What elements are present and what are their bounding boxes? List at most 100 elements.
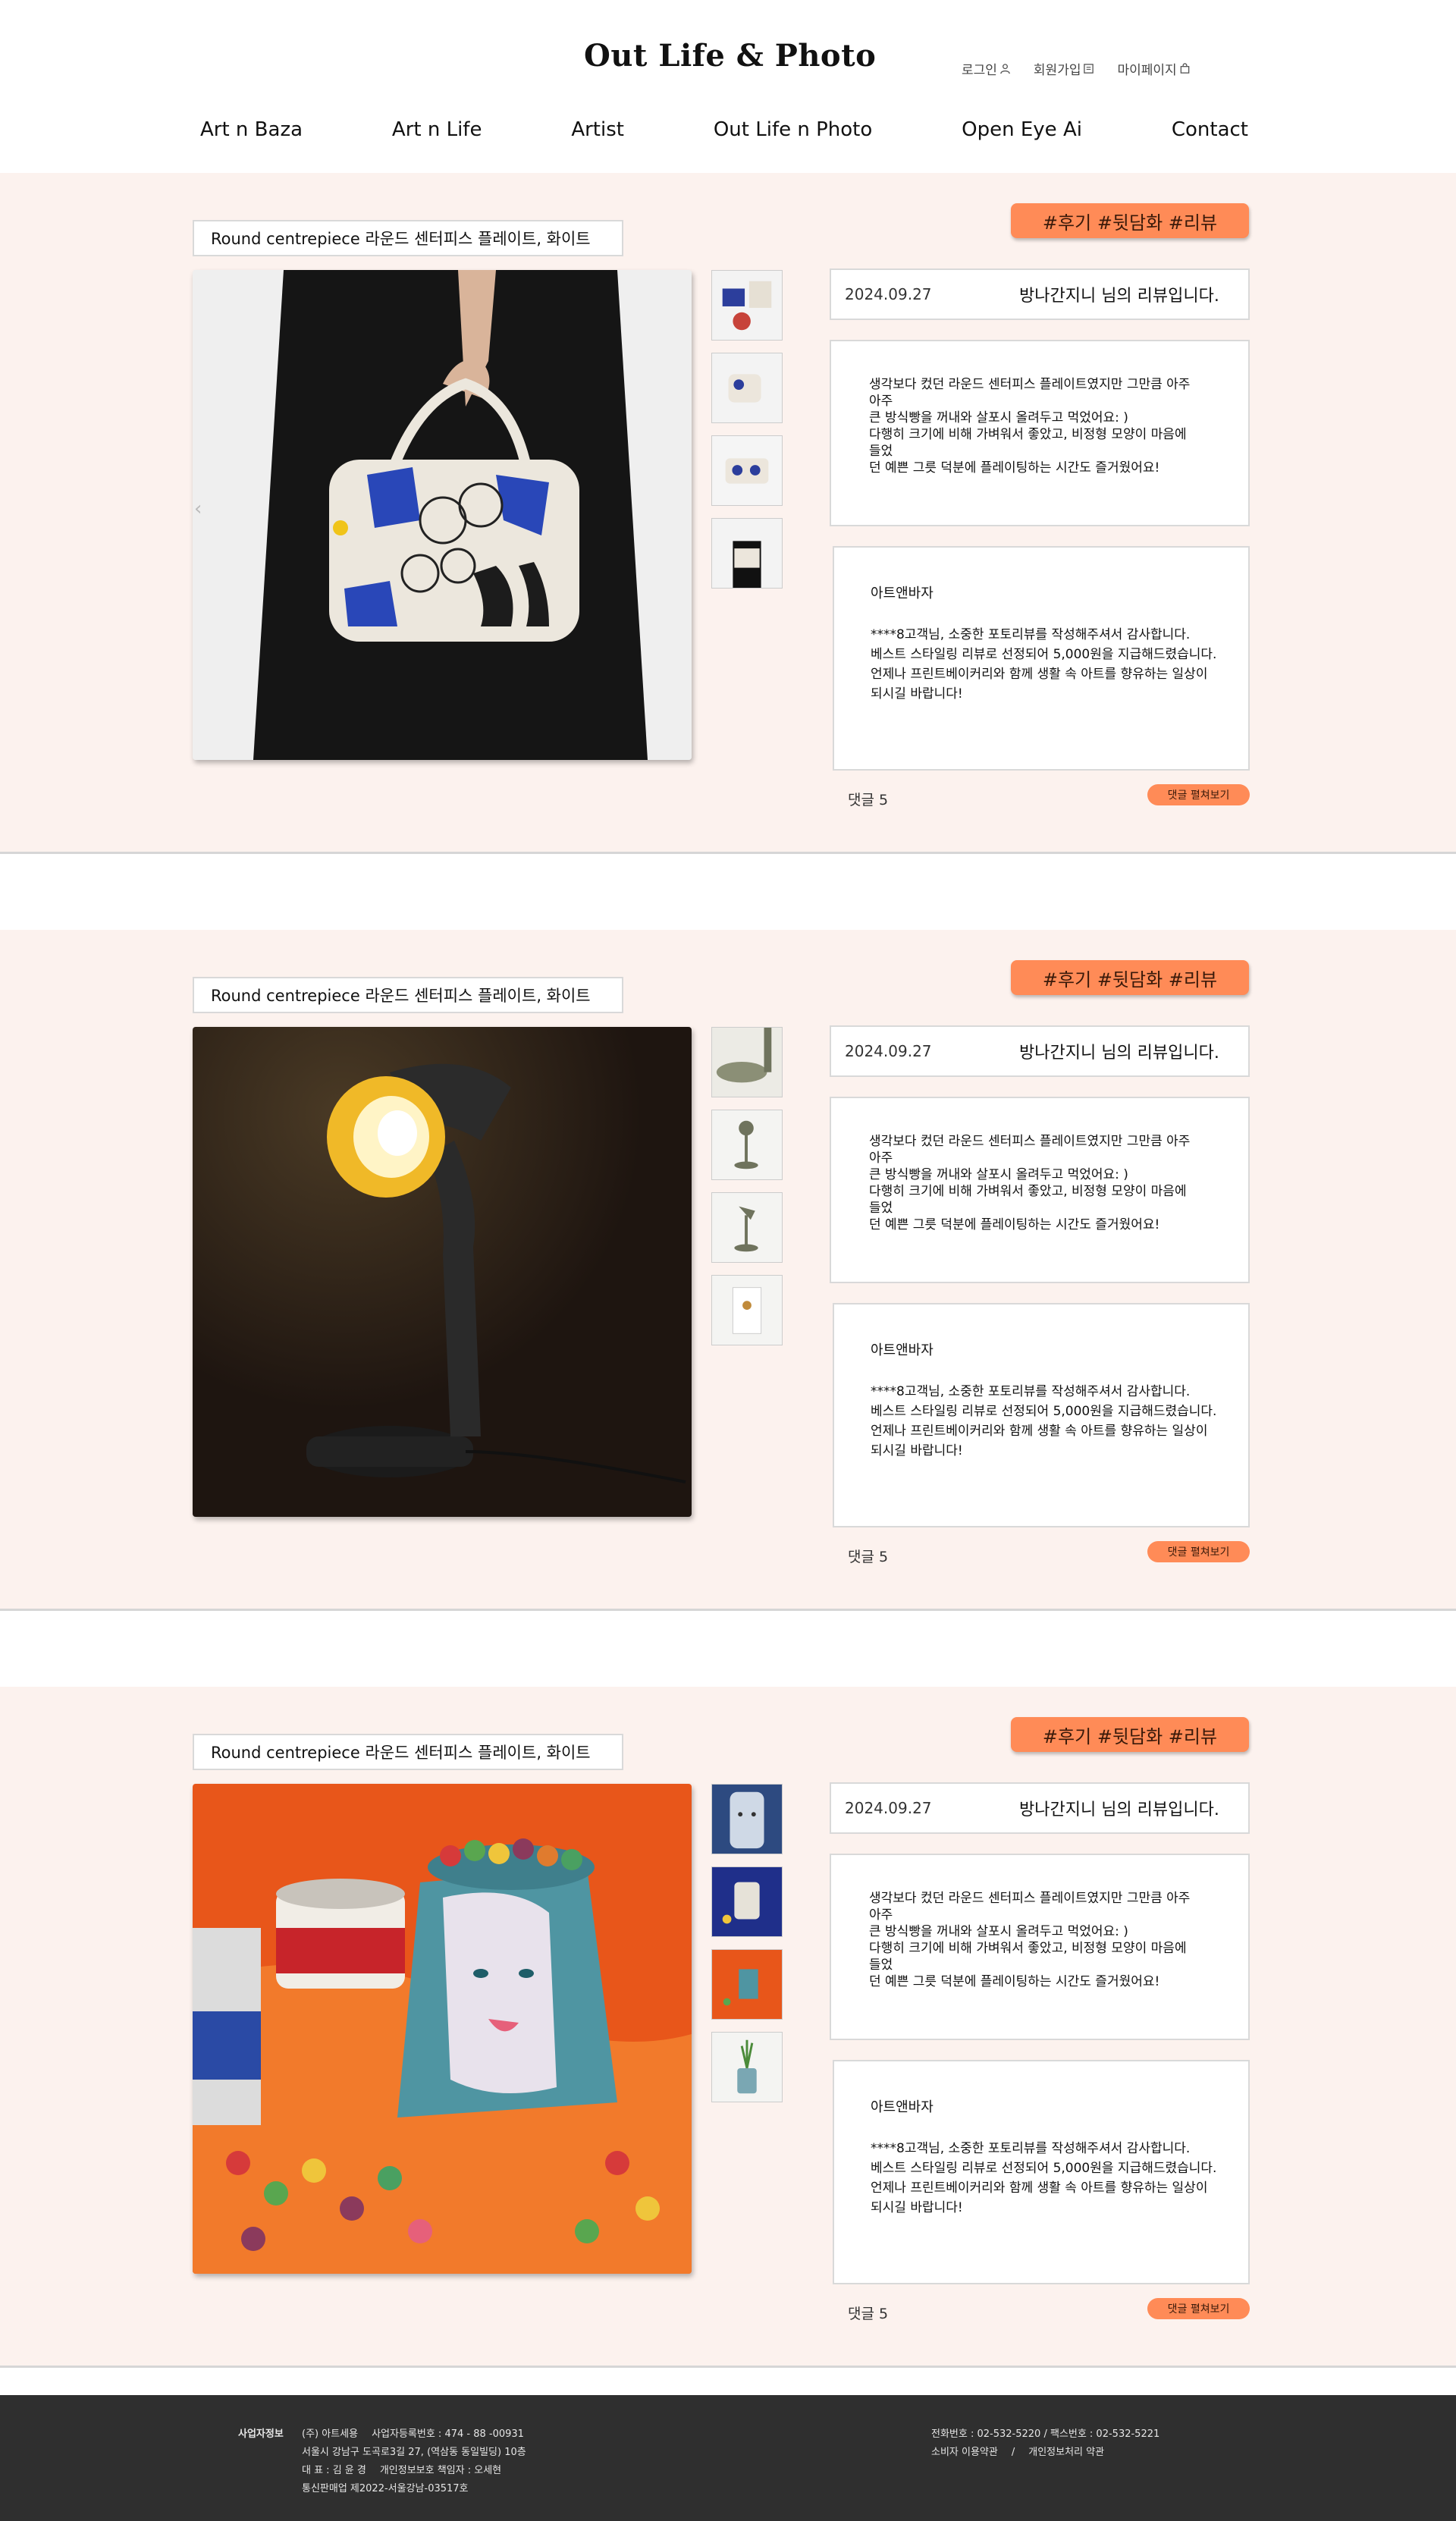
review-text: 생각보다 컸던 라운드 센터피스 플레이트였지만 그만큼 아주 아주 큰 방식빵… bbox=[830, 1854, 1250, 2040]
expand-comments-button[interactable]: 댓글 펼쳐보기 bbox=[1147, 1541, 1250, 1562]
footer-business-label: 사업자정보 bbox=[238, 2428, 284, 2440]
site-footer: 사업자정보 (주) 아트세용 사업자등록번호 : 474 - 88 -00931 … bbox=[0, 2395, 1456, 2521]
seller-reply: 아트앤바자 ****8고객님, 소중한 포토리뷰를 작성해주셔서 감사합니다. … bbox=[833, 1303, 1250, 1527]
signup-label: 회원가입 bbox=[1033, 63, 1081, 78]
tote-thumb-4 bbox=[712, 519, 782, 588]
mypage-link[interactable]: 마이페이지 bbox=[1117, 59, 1190, 78]
nav-art-n-baza[interactable]: Art n Baza bbox=[200, 118, 303, 141]
tote-thumb-2 bbox=[712, 353, 782, 422]
reply-author: 아트앤바자 bbox=[871, 586, 934, 601]
expand-comments-button[interactable]: 댓글 펼쳐보기 bbox=[1147, 784, 1250, 805]
thumbnail[interactable] bbox=[711, 1866, 783, 1937]
reply-author: 아트앤바자 bbox=[871, 2099, 934, 2115]
reviewer-name: 방나간지니 님의 리뷰입니다. bbox=[1019, 287, 1219, 306]
footer-link-separator: / bbox=[1011, 2447, 1015, 2458]
thumbnail[interactable] bbox=[711, 1784, 783, 1854]
thumbnail[interactable] bbox=[711, 435, 783, 506]
nav-open-eye-ai[interactable]: Open Eye Ai bbox=[962, 118, 1082, 141]
footer-registration: 통신판매업 제2022-서울강남-03517호 bbox=[302, 2483, 469, 2494]
lamp-thumb-4 bbox=[712, 1276, 782, 1345]
footer-terms-link[interactable]: 소비자 이용약관 bbox=[931, 2447, 998, 2458]
thumbnail-list bbox=[711, 1027, 783, 1358]
footer-privacy-officer: 개인정보보호 책임자 : 오세현 bbox=[379, 2465, 502, 2476]
review-main-image[interactable]: ‹ bbox=[193, 270, 692, 760]
vase-thumb-3 bbox=[712, 1950, 782, 2019]
lamp-thumb-2 bbox=[712, 1110, 782, 1179]
expand-comments-button[interactable]: 댓글 펼쳐보기 bbox=[1147, 2298, 1250, 2319]
thumbnail-list bbox=[711, 270, 783, 601]
thumbnail[interactable] bbox=[711, 270, 783, 341]
product-name-box: Round centrepiece 라운드 센터피스 플레이트, 화이트 bbox=[193, 977, 623, 1013]
prev-image-arrow[interactable]: ‹ bbox=[194, 498, 202, 520]
tote-bag-photo bbox=[193, 270, 692, 760]
review-date: 2024.09.27 bbox=[845, 1799, 932, 1817]
review-text: 생각보다 컸던 라운드 센터피스 플레이트였지만 그만큼 아주 아주 큰 방식빵… bbox=[830, 340, 1250, 526]
thumbnail[interactable] bbox=[711, 1275, 783, 1345]
thumbnail[interactable] bbox=[711, 1110, 783, 1180]
footer-contact: 전화번호 : 02-532-5220 / 팩스번호 : 02-532-5221 … bbox=[931, 2425, 1173, 2462]
lamp-thumb-1 bbox=[712, 1028, 782, 1097]
nav-art-n-life[interactable]: Art n Life bbox=[392, 118, 482, 141]
tote-thumb-3 bbox=[712, 436, 782, 505]
reply-text: ****8고객님, 소중한 포토리뷰를 작성해주셔서 감사합니다. 베스트 스타… bbox=[871, 627, 1217, 702]
comment-count: 댓글 5 bbox=[848, 2306, 889, 2322]
thumbnail[interactable] bbox=[711, 1027, 783, 1097]
review-meta: 2024.09.27 방나간지니 님의 리뷰입니다. bbox=[830, 268, 1250, 320]
review-date: 2024.09.27 bbox=[845, 1042, 932, 1060]
site-header: Out Life & Photo 로그인 회원가입 마이페이지 Art n Ba… bbox=[0, 0, 1456, 173]
footer-business-info: (주) 아트세용 사업자등록번호 : 474 - 88 -00931 서울시 강남… bbox=[302, 2425, 540, 2498]
review-tags-button[interactable]: #후기 #뒷담화 #리뷰 bbox=[1011, 960, 1249, 995]
nav-out-life-n-photo[interactable]: Out Life n Photo bbox=[714, 118, 872, 141]
nav-contact[interactable]: Contact bbox=[1172, 118, 1248, 141]
thumbnail-list bbox=[711, 1784, 783, 2114]
user-icon bbox=[1000, 64, 1010, 74]
footer-company: (주) 아트세용 bbox=[302, 2428, 359, 2440]
product-name-box: Round centrepiece 라운드 센터피스 플레이트, 화이트 bbox=[193, 1734, 623, 1770]
mypage-label: 마이페이지 bbox=[1117, 63, 1177, 78]
comment-count: 댓글 5 bbox=[848, 1549, 889, 1565]
reviewer-name: 방나간지니 님의 리뷰입니다. bbox=[1019, 1044, 1219, 1063]
footer-phone-fax: 전화번호 : 02-532-5220 / 팩스번호 : 02-532-5221 bbox=[931, 2428, 1160, 2440]
thumbnail[interactable] bbox=[711, 353, 783, 423]
reply-author: 아트앤바자 bbox=[871, 1342, 934, 1358]
review-tags-button[interactable]: #후기 #뒷담화 #리뷰 bbox=[1011, 203, 1249, 238]
comment-count: 댓글 5 bbox=[848, 792, 889, 808]
seller-reply: 아트앤바자 ****8고객님, 소중한 포토리뷰를 작성해주셔서 감사합니다. … bbox=[833, 546, 1250, 771]
signup-icon bbox=[1084, 64, 1094, 74]
product-name-box: Round centrepiece 라운드 센터피스 플레이트, 화이트 bbox=[193, 220, 623, 256]
reviewer-name: 방나간지니 님의 리뷰입니다. bbox=[1019, 1800, 1219, 1819]
footer-privacy-link[interactable]: 개인정보처리 약관 bbox=[1028, 2447, 1104, 2458]
reply-text: ****8고객님, 소중한 포토리뷰를 작성해주셔서 감사합니다. 베스트 스타… bbox=[871, 1384, 1217, 1458]
review-main-image[interactable] bbox=[193, 1784, 692, 2274]
footer-biz-number: 사업자등록번호 : 474 - 88 -00931 bbox=[372, 2428, 524, 2440]
vase-thumb-2 bbox=[712, 1867, 782, 1936]
review-text: 생각보다 컸던 라운드 센터피스 플레이트였지만 그만큼 아주 아주 큰 방식빵… bbox=[830, 1097, 1250, 1283]
desk-lamp-photo bbox=[193, 1027, 692, 1517]
footer-address: 서울시 강남구 도곡로3길 27, (역삼동 동일빌딩) 10층 bbox=[302, 2447, 526, 2458]
seller-reply: 아트앤바자 ****8고객님, 소중한 포토리뷰를 작성해주셔서 감사합니다. … bbox=[833, 2060, 1250, 2284]
review-meta: 2024.09.27 방나간지니 님의 리뷰입니다. bbox=[830, 1025, 1250, 1077]
review-main-image[interactable] bbox=[193, 1027, 692, 1517]
review-card: Round centrepiece 라운드 센터피스 플레이트, 화이트 ‹ # bbox=[0, 173, 1456, 854]
login-link[interactable]: 로그인 bbox=[962, 59, 1011, 78]
footer-ceo: 대 표 : 김 윤 경 bbox=[302, 2465, 366, 2476]
face-vase-candy-photo bbox=[193, 1784, 692, 2274]
account-links: 로그인 회원가입 마이페이지 bbox=[962, 59, 1191, 78]
lamp-thumb-3 bbox=[712, 1193, 782, 1262]
thumbnail[interactable] bbox=[711, 2032, 783, 2102]
review-tags-button[interactable]: #후기 #뒷담화 #리뷰 bbox=[1011, 1717, 1249, 1752]
review-date: 2024.09.27 bbox=[845, 285, 932, 303]
reply-text: ****8고객님, 소중한 포토리뷰를 작성해주셔서 감사합니다. 베스트 스타… bbox=[871, 2141, 1217, 2215]
thumbnail[interactable] bbox=[711, 1949, 783, 2020]
thumbnail[interactable] bbox=[711, 518, 783, 589]
thumbnail[interactable] bbox=[711, 1192, 783, 1263]
main-nav: Art n Baza Art n Life Artist Out Life n … bbox=[200, 118, 1248, 141]
vase-thumb-4 bbox=[712, 2033, 782, 2102]
site-logo[interactable]: Out Life & Photo bbox=[584, 38, 876, 74]
nav-artist[interactable]: Artist bbox=[571, 118, 624, 141]
signup-link[interactable]: 회원가입 bbox=[1034, 59, 1095, 78]
tote-thumb-1 bbox=[712, 271, 782, 340]
review-card: Round centrepiece 라운드 센터피스 플레이트, 화이트 #후기… bbox=[0, 930, 1456, 1611]
login-label: 로그인 bbox=[962, 63, 997, 78]
bag-icon bbox=[1180, 63, 1189, 74]
